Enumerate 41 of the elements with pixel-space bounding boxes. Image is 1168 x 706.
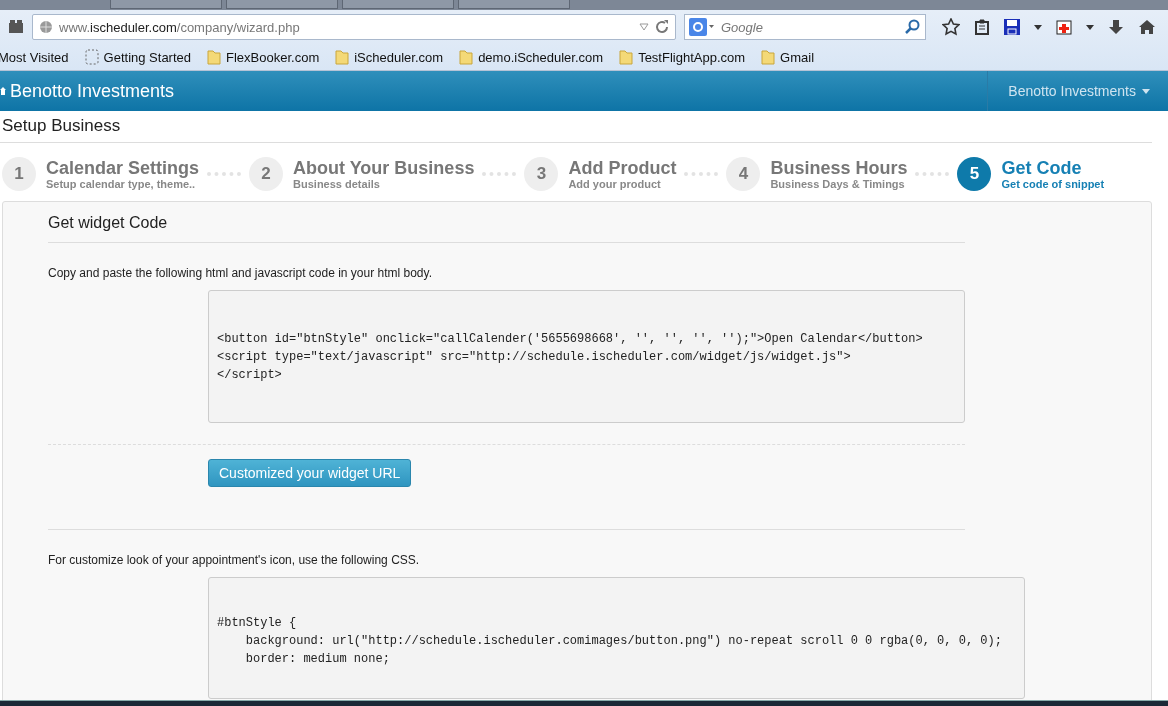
bookmark-item[interactable]: FlexBooker.com	[207, 49, 320, 65]
code-block: <button id="btnStyle" onclick="callCalender('5655698668', '', '', '', '');">Open Calendar</button> <script type="text/javascript" src="http://schedule.ischeduler.com/widget/js/widget.js"> </script>	[208, 290, 965, 423]
folder-icon	[207, 49, 222, 65]
page-icon	[84, 49, 99, 65]
bookmark-item[interactable]: demo.iScheduler.com	[459, 49, 604, 65]
instruction-text: Copy and paste the following html and javascript code in your html body.	[48, 266, 433, 280]
caret-icon[interactable]	[1034, 24, 1042, 30]
section-heading: Get widget Code	[48, 202, 965, 243]
address-bar[interactable]: www.ischeduler.com/company/wizard.php	[32, 14, 676, 40]
tab-groups-icon[interactable]	[8, 20, 24, 34]
bookmark-item[interactable]: TestFlightApp.com	[619, 49, 746, 65]
search-icon[interactable]	[905, 19, 921, 35]
caret-icon[interactable]	[1086, 24, 1094, 30]
download-icon[interactable]	[1108, 19, 1124, 35]
globe-icon	[39, 20, 53, 34]
home-icon	[0, 86, 6, 96]
wizard-step[interactable]: 5 Get Code Get code of snippet	[957, 157, 1105, 191]
instruction-text: For customize look of your appointment's icon, use the following CSS.	[48, 553, 421, 567]
caret-icon	[1142, 88, 1150, 94]
code-block: #btnStyle { background: url("http://schedule.ischeduler.comimages/button.png") no-repeat scroll 0 0 rgba(0, 0, 0, 0); border: medium none;	[208, 577, 1025, 699]
home-icon[interactable]	[1138, 19, 1156, 35]
reload-icon[interactable]	[655, 20, 669, 34]
folder-icon	[619, 49, 634, 65]
page-title: Setup Business	[0, 111, 1152, 143]
folder-icon	[459, 49, 474, 65]
folder-icon	[335, 49, 350, 65]
clipboard-icon[interactable]	[974, 19, 990, 35]
bookmark-item[interactable]: Gmail	[761, 49, 815, 65]
folder-icon	[761, 49, 776, 65]
first-aid-icon[interactable]	[1056, 19, 1072, 35]
search-input[interactable]: Google	[719, 18, 901, 36]
bookmark-item[interactable]: Getting Started	[84, 49, 192, 65]
star-icon[interactable]	[942, 18, 960, 36]
search-engine-icon[interactable]	[689, 18, 715, 36]
wizard-step[interactable]: 2 About Your Business Business details	[249, 157, 475, 191]
search-bar[interactable]: Google	[684, 14, 926, 40]
wizard-step[interactable]: 4 Business Hours Business Days & Timings	[726, 157, 908, 191]
bookmark-item[interactable]: iScheduler.com	[335, 49, 444, 65]
wizard-step[interactable]: 3 Add Product Add your product	[524, 157, 677, 191]
wizard-step[interactable]: 1 Calendar Settings Setup calendar type, theme..	[2, 157, 200, 191]
brand-name[interactable]: Benotto Investments	[10, 80, 175, 102]
